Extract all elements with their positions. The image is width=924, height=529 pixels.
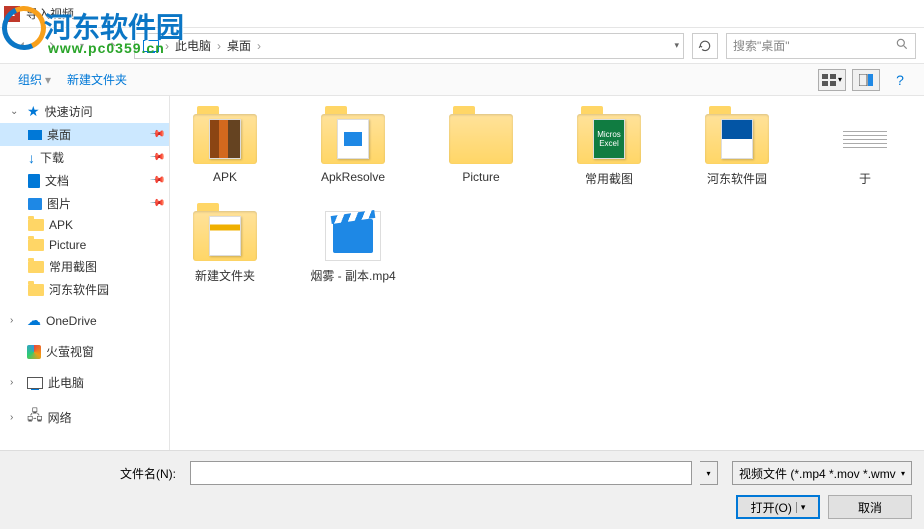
filename-input[interactable] [190, 461, 692, 485]
pin-icon: 📌 [148, 172, 165, 189]
up-button[interactable] [98, 32, 126, 60]
search-input[interactable]: 搜索"桌面" [726, 33, 916, 59]
star-icon: ★ [27, 103, 40, 120]
sidebar-item-documents[interactable]: 文档 📌 [0, 169, 169, 192]
address-root[interactable] [139, 38, 163, 54]
search-icon [895, 37, 909, 54]
sidebar-this-pc[interactable]: › 此电脑 [0, 371, 169, 394]
folder-item[interactable]: APK [180, 114, 270, 187]
pc-icon [143, 40, 159, 52]
folder-icon [28, 219, 44, 231]
folder-icon [28, 239, 44, 251]
pin-icon: 📌 [148, 195, 165, 212]
recent-dropdown[interactable]: ▾ [68, 32, 96, 60]
sidebar: ⌄ ★ 快速访问 桌面 📌 ↓ 下载 📌 文档 📌 图片 📌 APK [0, 96, 170, 456]
folder-icon [28, 284, 44, 296]
download-icon: ↓ [28, 150, 35, 166]
breadcrumb-pc[interactable]: 此电脑 [171, 35, 215, 56]
sidebar-item-apk[interactable]: APK [0, 215, 169, 235]
app-icon [27, 345, 41, 359]
folder-item[interactable]: ApkResolve [308, 114, 398, 187]
filename-label: 文件名(N): [12, 465, 182, 482]
pictures-icon [28, 198, 42, 210]
cloud-icon: ☁ [27, 312, 41, 329]
search-placeholder: 搜索"桌面" [733, 37, 790, 54]
sidebar-quick-access[interactable]: ⌄ ★ 快速访问 [0, 100, 169, 123]
document-icon [28, 174, 40, 188]
video-icon [325, 211, 381, 261]
address-bar[interactable]: › 此电脑 › 桌面 › ▾ [134, 33, 684, 59]
file-grid[interactable]: APK ApkResolve Picture MicrosExcel 常用截图 … [170, 96, 924, 456]
file-item-video[interactable]: 烟雾 - 副本.mp4 [308, 211, 398, 284]
sidebar-item-hedong[interactable]: 河东软件园 [0, 278, 169, 301]
breadcrumb-sep: › [163, 39, 171, 53]
folder-item[interactable]: MicrosExcel 常用截图 [564, 114, 654, 187]
toolbar: 组织 ▾ 新建文件夹 ▾ ? [0, 64, 924, 96]
pin-icon: 📌 [148, 149, 165, 166]
main-area: ⌄ ★ 快速访问 桌面 📌 ↓ 下载 📌 文档 📌 图片 📌 APK [0, 96, 924, 456]
folder-item[interactable]: 于 [820, 114, 910, 187]
chevron-right-icon: › [10, 377, 22, 388]
desktop-icon [28, 130, 42, 140]
title-bar: ▲ 导入视频 [0, 0, 924, 28]
folder-icon [28, 261, 44, 273]
filename-dropdown[interactable]: ▾ [700, 461, 718, 485]
open-button[interactable]: 打开(O)▾ [736, 495, 820, 519]
breadcrumb-desktop[interactable]: 桌面 [223, 35, 255, 56]
chevron-down-icon: ▾ [901, 469, 905, 478]
forward-button[interactable] [38, 32, 66, 60]
sidebar-item-downloads[interactable]: ↓ 下载 📌 [0, 146, 169, 169]
pin-icon: 📌 [148, 126, 165, 143]
sidebar-firewindow[interactable]: 火萤视窗 [0, 340, 169, 363]
sidebar-network[interactable]: › 🖧 网络 [0, 402, 169, 432]
window-title: 导入视频 [26, 5, 74, 22]
cancel-button[interactable]: 取消 [828, 495, 912, 519]
dialog-footer: 文件名(N): ▾ 视频文件 (*.mp4 *.mov *.wmv ▾ 打开(O… [0, 450, 924, 529]
folder-item[interactable]: 新建文件夹 [180, 211, 270, 284]
preview-pane-button[interactable] [852, 69, 880, 91]
sidebar-item-picture[interactable]: Picture [0, 235, 169, 255]
file-type-filter[interactable]: 视频文件 (*.mp4 *.mov *.wmv ▾ [732, 461, 912, 485]
chevron-down-icon: ⌄ [10, 106, 22, 117]
refresh-button[interactable] [692, 33, 718, 59]
nav-bar: ▾ › 此电脑 › 桌面 › ▾ 搜索"桌面" [0, 28, 924, 64]
view-mode-button[interactable]: ▾ [818, 69, 846, 91]
sidebar-item-desktop[interactable]: 桌面 📌 [0, 123, 169, 146]
sidebar-item-screenshots[interactable]: 常用截图 [0, 255, 169, 278]
organize-button[interactable]: 组织 ▾ [10, 67, 59, 92]
pc-icon [27, 377, 43, 389]
sidebar-onedrive[interactable]: › ☁ OneDrive [0, 309, 169, 332]
new-folder-button[interactable]: 新建文件夹 [59, 67, 135, 92]
folder-item[interactable]: 河东软件园 [692, 114, 782, 187]
chevron-right-icon: › [10, 315, 22, 326]
sidebar-item-pictures[interactable]: 图片 📌 [0, 192, 169, 215]
network-icon: 🖧 [27, 405, 43, 429]
app-icon: ▲ [4, 6, 20, 22]
help-button[interactable]: ? [886, 69, 914, 91]
folder-item[interactable]: Picture [436, 114, 526, 187]
address-dropdown-icon[interactable]: ▾ [674, 40, 679, 51]
back-button[interactable] [8, 32, 36, 60]
chevron-right-icon: › [10, 412, 22, 423]
